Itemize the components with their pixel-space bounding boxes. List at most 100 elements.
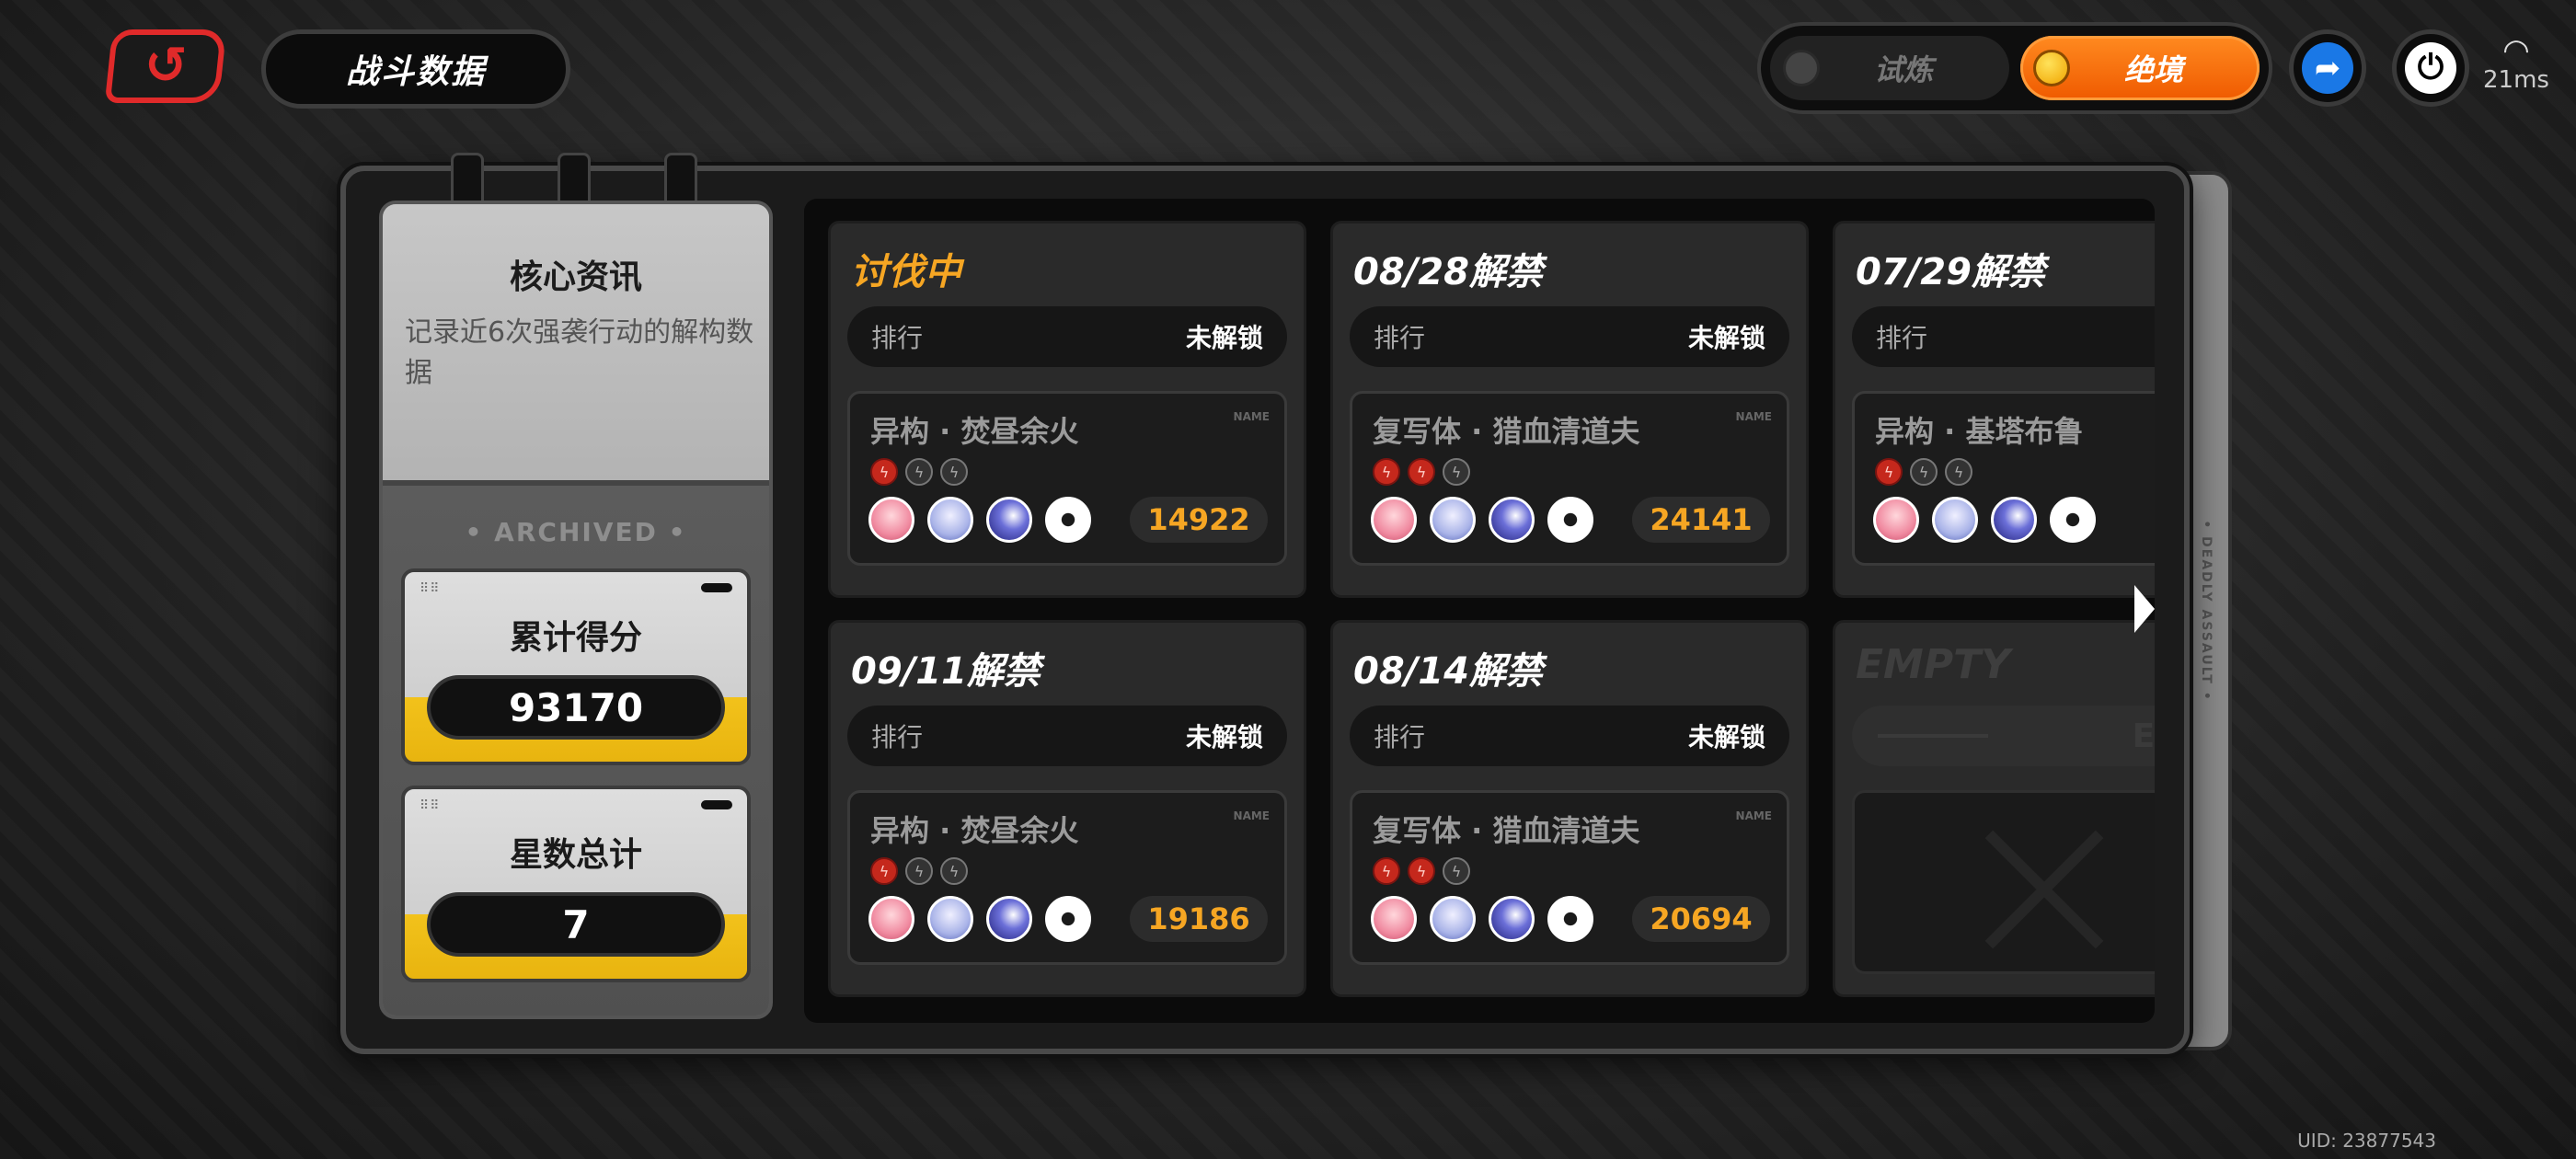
- empty-card-bar-text: EMPTY: [2132, 717, 2155, 755]
- empty-card-bar: EMPTY: [1852, 706, 2155, 766]
- fire-element-icon: ϟ: [1373, 857, 1400, 885]
- core-info-notebook: 核心资讯 记录近6次强袭行动的解构数据 • ARCHIVED • ⠿⠿ 累计得分…: [379, 201, 773, 1019]
- team-avatars: [1371, 896, 1593, 942]
- share-button[interactable]: ➦: [2289, 29, 2366, 107]
- rank-label: 排行: [1374, 323, 1426, 353]
- card-score: 14922: [1130, 497, 1268, 543]
- bangboo-avatar: [2050, 497, 2096, 543]
- fire-element-icon: ϟ: [870, 458, 898, 486]
- wifi-icon: ◠: [2502, 32, 2530, 69]
- rank-bar: 排行 未解锁: [847, 306, 1287, 367]
- core-info-description: 记录近6次强袭行动的解构数据: [405, 316, 754, 389]
- agent-avatar: [1371, 896, 1417, 942]
- element-row: ϟϟϟ: [1875, 458, 1972, 486]
- boss-name: 复写体 · 猎血清道夫: [1373, 813, 1640, 848]
- total-score-card: ⠿⠿ 累计得分 93170: [401, 568, 751, 765]
- record-card[interactable]: 08/14解禁 排行 未解锁 复写体 · 猎血清道夫 NAME ϟϟϟ 2069…: [1330, 620, 1809, 997]
- record-card[interactable]: 讨伐中 排行 未解锁 异构 · 焚昼余火 NAME ϟϟϟ 14922: [828, 221, 1306, 598]
- boss-name-tag: NAME: [1233, 809, 1270, 822]
- card-score: 19186: [1130, 896, 1268, 942]
- dot-grid-icon: ⠿⠿: [420, 581, 441, 596]
- agent-avatar: [1371, 497, 1417, 543]
- rank-value: 未解锁: [1687, 323, 1765, 353]
- boss-name-tag: NAME: [1233, 410, 1270, 423]
- element-slot-icon: ϟ: [1910, 458, 1938, 486]
- user-id: UID: 23877543: [2297, 1130, 2436, 1152]
- mode-option-trial[interactable]: 试炼: [1770, 36, 2009, 100]
- agent-avatar: [868, 497, 914, 543]
- latency-text: 21ms: [2483, 66, 2549, 94]
- agent-avatar: [986, 896, 1032, 942]
- element-slot-icon: ϟ: [940, 458, 968, 486]
- element-row: ϟϟϟ: [870, 458, 968, 486]
- indicator-pill: [701, 583, 732, 592]
- archived-label: • ARCHIVED •: [465, 517, 687, 547]
- card-score: 20694: [1632, 896, 1770, 942]
- bangboo-avatar: [1547, 497, 1593, 543]
- rank-label: 排行: [871, 323, 924, 353]
- element-slot-icon: ϟ: [940, 857, 968, 885]
- power-icon: ⏻: [2405, 42, 2456, 94]
- agent-avatar: [927, 497, 973, 543]
- rank-value: 未解锁: [1185, 323, 1263, 353]
- total-score-value: 93170: [427, 675, 725, 740]
- page-title: 战斗数据: [261, 29, 570, 109]
- share-arrow-icon: ➦: [2302, 42, 2353, 94]
- exit-button[interactable]: ⏻: [2392, 29, 2469, 107]
- agent-avatar: [1932, 497, 1978, 543]
- panel-side-label: • DEADLY ASSAULT •: [2199, 520, 2214, 702]
- element-row: ϟϟϟ: [1373, 458, 1470, 486]
- mode-toggle[interactable]: 试炼 绝境: [1757, 22, 2272, 114]
- mode-option-extreme[interactable]: 绝境: [2020, 36, 2260, 100]
- fire-element-icon: ϟ: [1875, 458, 1903, 486]
- next-page-arrow-icon[interactable]: [2134, 585, 2155, 633]
- agent-avatar: [927, 896, 973, 942]
- back-button[interactable]: ↺: [104, 29, 227, 103]
- boss-name: 复写体 · 猎血清道夫: [1373, 414, 1640, 449]
- boss-info[interactable]: 复写体 · 猎血清道夫 NAME ϟϟϟ 20694: [1350, 790, 1789, 965]
- rank-label: 排行: [1876, 323, 1928, 353]
- total-stars-label: 星数总计: [509, 836, 642, 874]
- card-score: 24141: [1632, 497, 1770, 543]
- agent-avatar: [1430, 896, 1476, 942]
- boss-name: 异构 · 焚昼余火: [870, 813, 1079, 848]
- team-avatars: [868, 896, 1091, 942]
- fire-element-icon: ϟ: [1373, 458, 1400, 486]
- total-score-label: 累计得分: [509, 619, 642, 657]
- element-slot-icon: ϟ: [1443, 857, 1470, 885]
- rank-value: 未解锁: [1185, 722, 1263, 752]
- boss-name-tag: NAME: [1735, 809, 1772, 822]
- element-slot-icon: ϟ: [1945, 458, 1972, 486]
- fire-element-icon: ϟ: [870, 857, 898, 885]
- record-cards-area: 讨伐中 排行 未解锁 异构 · 焚昼余火 NAME ϟϟϟ 14922 08/2…: [804, 199, 2155, 1023]
- divider-line: [1878, 734, 1988, 738]
- agent-avatar: [1430, 497, 1476, 543]
- team-avatars: [1371, 497, 1593, 543]
- agent-avatar: [1489, 896, 1535, 942]
- boss-name: 异构 · 基塔布鲁: [1875, 414, 2084, 449]
- element-row: ϟϟϟ: [870, 857, 968, 885]
- card-status: 09/11解禁: [851, 650, 1041, 693]
- record-card[interactable]: 09/11解禁 排行 未解锁 异构 · 焚昼余火 NAME ϟϟϟ 19186: [828, 620, 1306, 997]
- record-card[interactable]: 08/28解禁 排行 未解锁 复写体 · 猎血清道夫 NAME ϟϟϟ 2414…: [1330, 221, 1809, 598]
- rank-bar: 排行: [1852, 306, 2155, 367]
- boss-info[interactable]: 异构 · 焚昼余火 NAME ϟϟϟ 14922: [847, 391, 1287, 566]
- element-row: ϟϟϟ: [1373, 857, 1470, 885]
- toggle-dot-icon: [1783, 50, 1820, 86]
- record-card[interactable]: 07/29解禁 排行 异构 · 基塔布鲁 ϟϟϟ: [1833, 221, 2155, 598]
- team-avatars: [868, 497, 1091, 543]
- rank-bar: 排行 未解锁: [1350, 306, 1789, 367]
- rank-bar: 排行 未解锁: [847, 706, 1287, 766]
- indicator-pill: [701, 800, 732, 809]
- boss-info[interactable]: 复写体 · 猎血清道夫 NAME ϟϟϟ 24141: [1350, 391, 1789, 566]
- total-stars-value: 7: [427, 892, 725, 957]
- fire-element-icon: ϟ: [1408, 857, 1435, 885]
- agent-avatar: [986, 497, 1032, 543]
- empty-record-card: EMPTY EMPTY: [1833, 620, 2155, 997]
- card-status: 08/28解禁: [1353, 251, 1543, 293]
- boss-info[interactable]: 异构 · 焚昼余火 NAME ϟϟϟ 19186: [847, 790, 1287, 965]
- total-stars-card: ⠿⠿ 星数总计 7: [401, 786, 751, 982]
- element-slot-icon: ϟ: [905, 857, 933, 885]
- team-avatars: [1873, 497, 2096, 543]
- boss-info[interactable]: 异构 · 基塔布鲁 ϟϟϟ: [1852, 391, 2155, 566]
